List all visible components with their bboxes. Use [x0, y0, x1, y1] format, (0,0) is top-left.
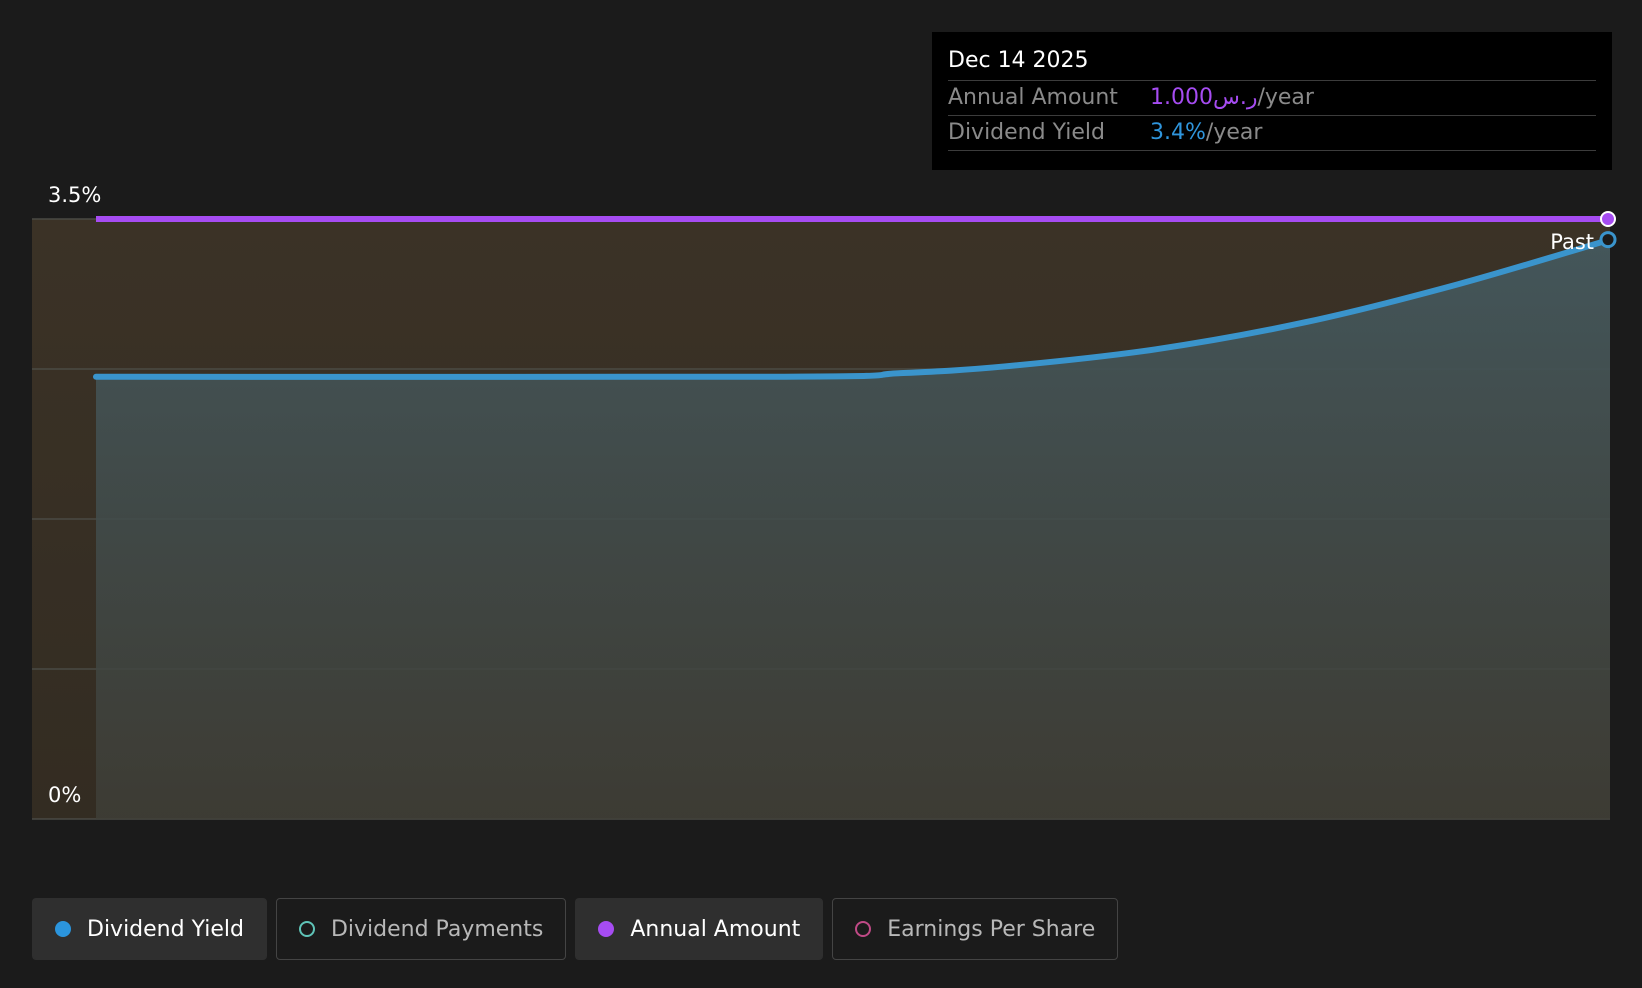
dividend-yield-end-marker — [1599, 231, 1617, 249]
y-axis-bottom-label: 0% — [48, 783, 81, 807]
tooltip-value: 1.000ر.س — [1150, 85, 1258, 110]
tooltip-unit: /year — [1257, 85, 1314, 110]
hollow-dot-icon — [855, 921, 872, 937]
tooltip-row-annual-amount: Annual Amount 1.000ر.س /year — [948, 81, 1596, 116]
legend-annual-amount[interactable]: Annual Amount — [575, 898, 824, 960]
legend-label: Annual Amount — [630, 916, 801, 942]
legend-dividend-payments[interactable]: Dividend Payments — [275, 898, 567, 960]
tooltip-label: Annual Amount — [948, 85, 1118, 110]
legend-label: Dividend Payments — [330, 916, 544, 942]
hollow-dot-icon — [298, 921, 315, 937]
tooltip-date: Dec 14 2025 — [948, 46, 1596, 81]
tooltip: Dec 14 2025 Annual Amount 1.000ر.س /year… — [932, 32, 1612, 170]
legend-dividend-yield[interactable]: Dividend Yield — [32, 898, 267, 960]
legend: Dividend Yield Dividend Payments Annual … — [32, 898, 1119, 960]
legend-label: Dividend Yield — [87, 916, 244, 942]
tooltip-label: Dividend Yield — [948, 120, 1105, 145]
tooltip-unit: /year — [1205, 120, 1263, 145]
filled-dot-icon — [55, 921, 71, 937]
tooltip-row-dividend-yield: Dividend Yield 3.4% /year — [948, 116, 1596, 151]
y-axis-top-label: 3.5% — [48, 183, 101, 207]
legend-earnings-per-share[interactable]: Earnings Per Share — [832, 898, 1119, 960]
dividend-chart-widget: 3.5% 0% Past Dec 14 2025 Annual Amount 1… — [0, 0, 1642, 988]
filled-dot-icon — [598, 921, 615, 937]
annual-amount-end-marker — [1600, 211, 1616, 227]
tooltip-value: 3.4% — [1150, 120, 1206, 145]
past-label: Past — [1550, 230, 1594, 254]
legend-label: Earnings Per Share — [887, 916, 1096, 942]
